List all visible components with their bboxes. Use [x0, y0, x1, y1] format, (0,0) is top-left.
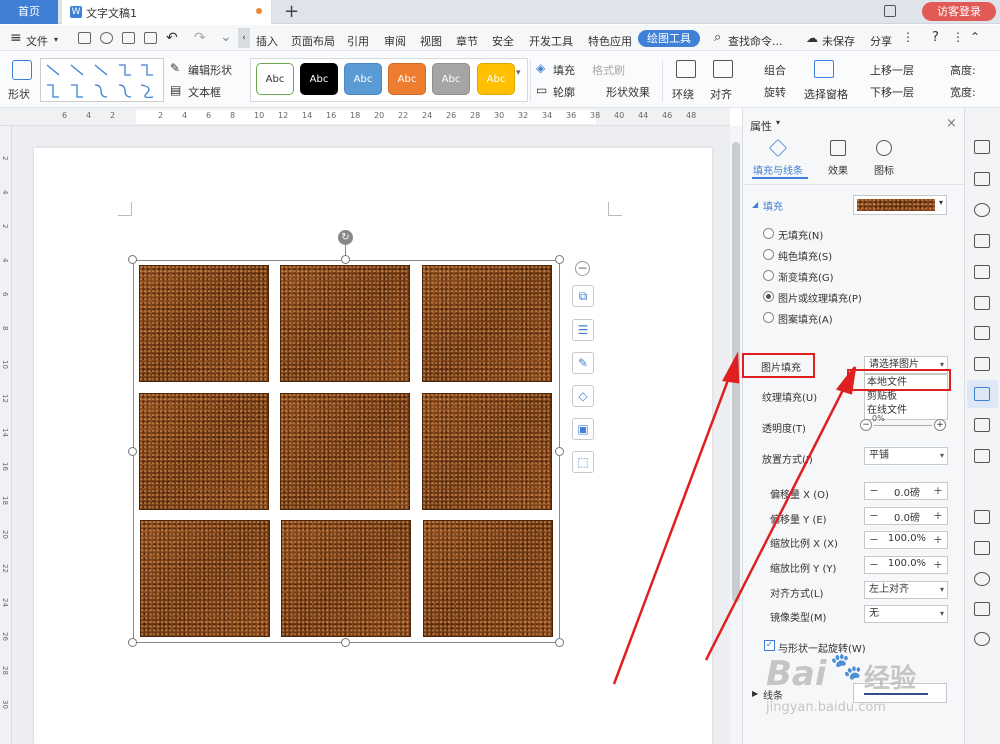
watermark-url: jingyan.baidu.com: [766, 700, 886, 715]
arrow-head-icon: [722, 351, 740, 384]
arrow-to-local-file: [704, 383, 848, 661]
arrow-to-picture-fill: [612, 371, 733, 685]
arrow-head-icon: [835, 366, 857, 395]
paw-icon: 🐾: [830, 652, 863, 682]
watermark-brand-2: 经验: [864, 664, 917, 694]
watermark-brand: Bai: [766, 654, 827, 694]
baidu-watermark: Bai 🐾 经验 jingyan.baidu.com: [760, 652, 960, 724]
annotation-arrows: [612, 351, 857, 685]
